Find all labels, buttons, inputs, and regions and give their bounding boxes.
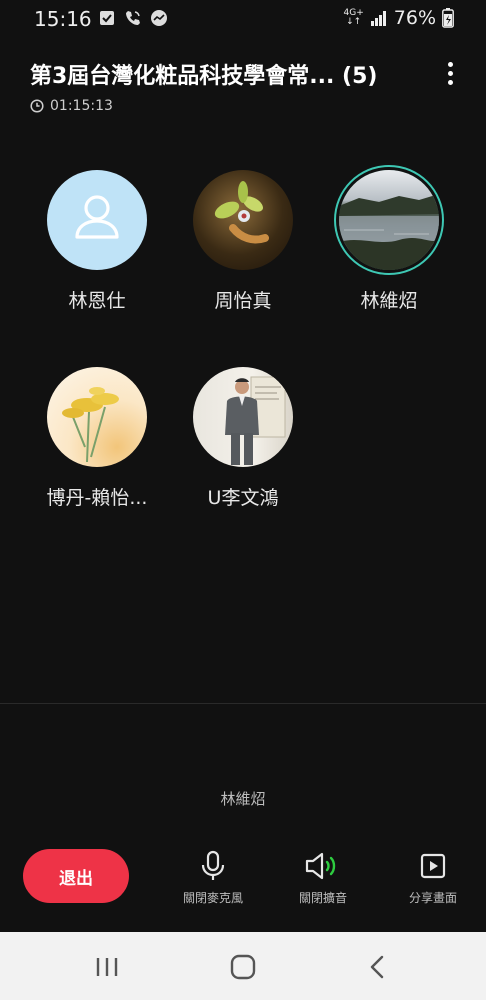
microphone-icon [201,850,225,880]
current-speaker-name: 林維炤 [220,790,266,808]
call-notification-icon [126,11,140,25]
speaker-off-button[interactable]: 關閉擴音 [268,850,378,906]
battery-charging-icon [442,8,454,28]
battery-percent: 76% [393,7,436,29]
audio-wave-icon [194,735,290,763]
share-screen-button[interactable]: 分享畫面 [378,850,486,906]
exit-button[interactable]: 退出 [23,849,129,903]
speaker-off-label: 關閉擴音 [298,891,347,905]
mute-mic-button[interactable]: 關閉麥克風 [158,850,268,906]
participant-tile[interactable]: U李文鴻 [173,367,313,510]
lake-photo [339,194,439,270]
recent-apps-icon[interactable] [87,952,127,982]
avatar-photo [193,170,293,270]
back-icon[interactable] [358,952,398,982]
participant-name: 林恩仕 [68,290,126,312]
mute-mic-label: 關閉麥克風 [182,891,243,905]
call-timer: 01:15:13 [30,98,113,114]
divider [0,703,486,704]
checkbox-notification-icon [100,11,114,25]
flower-photo [214,181,269,244]
participant-tile[interactable]: 林恩仕 [27,170,167,313]
home-icon[interactable] [223,952,263,982]
person-icon [75,195,119,239]
participant-name: U李文鴻 [207,487,279,509]
share-screen-label: 分享畫面 [408,891,457,905]
avatar-photo [339,170,439,270]
system-nav-bar [0,932,486,1000]
status-time: 15:16 [34,7,92,31]
participant-name: 博丹-賴怡... [46,487,148,509]
participant-name: 林維炤 [360,290,418,312]
more-options-icon[interactable] [444,62,456,90]
participant-tile-speaking[interactable]: 林維炤 [319,170,459,313]
participant-tile[interactable]: 博丹-賴怡... [27,367,167,510]
status-bar: 15:16 4G+ ↓↑ 76% [0,0,486,36]
avatar-photo [193,367,293,467]
network-type: 4G+ ↓↑ [343,8,364,27]
call-title: 第3屆台灣化粧品科技學會常... (5) [30,64,378,89]
default-avatar [47,170,147,270]
timer-value: 01:15:13 [50,98,113,114]
avatar-photo [47,367,147,467]
person-photo [225,376,286,465]
yellow-flower-photo [62,387,119,463]
clock-icon [30,99,44,113]
speaker-icon [305,852,336,880]
participant-tile[interactable]: 周怡真 [173,170,313,313]
app-notification-icon [151,10,167,26]
share-screen-icon [420,853,446,879]
participant-name: 周怡真 [214,290,272,312]
signal-icon [370,11,386,26]
